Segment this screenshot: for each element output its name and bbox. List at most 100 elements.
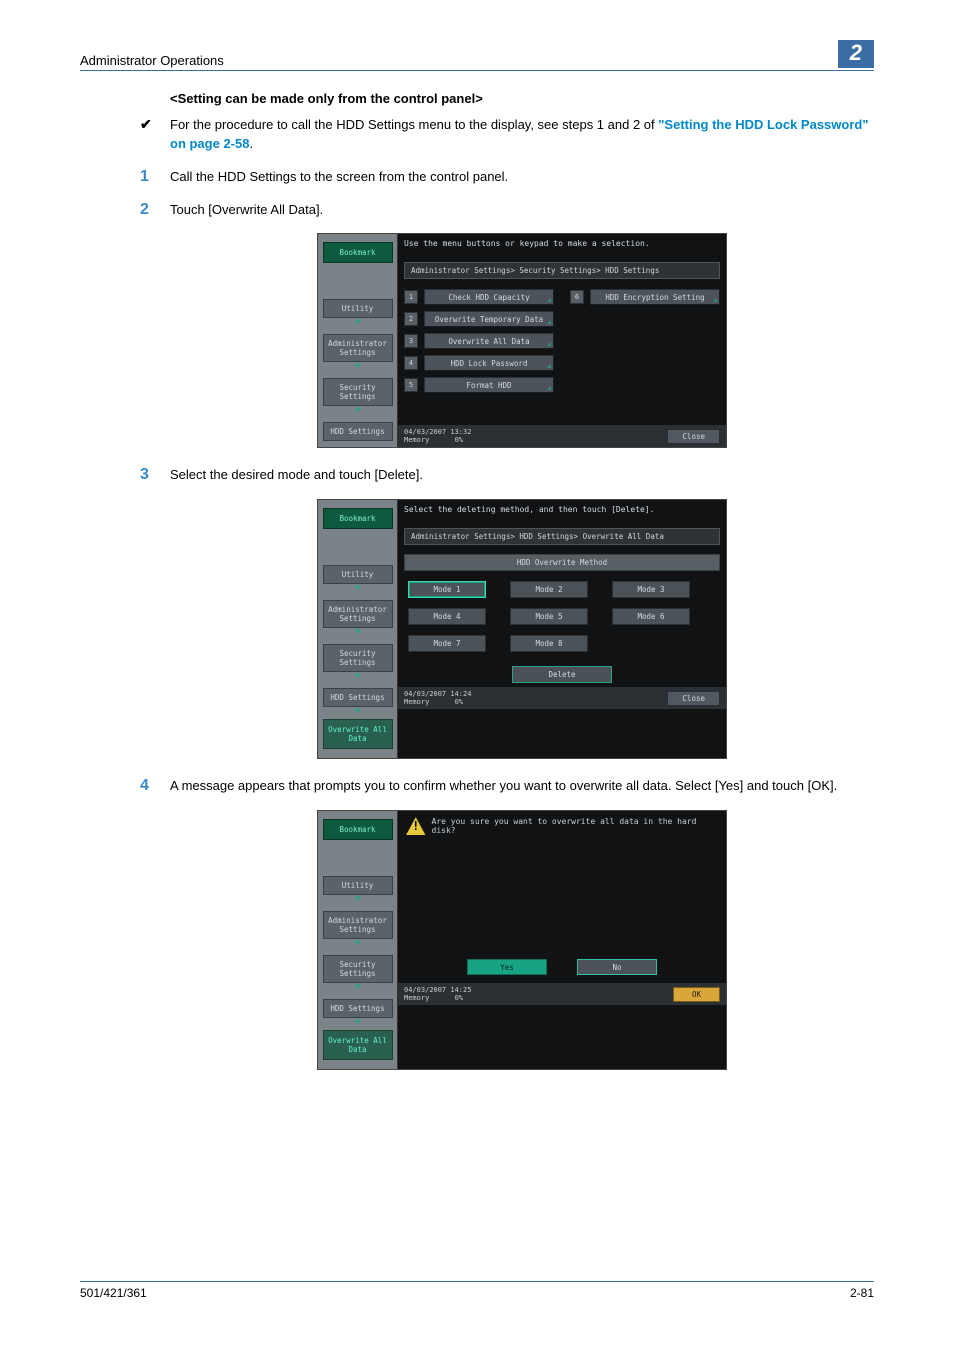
datetime: 04/03/2007 13:32 bbox=[404, 428, 471, 436]
sidebar-hdd[interactable]: HDD Settings bbox=[323, 688, 393, 707]
hdd-lock-password-button[interactable]: HDD Lock Password bbox=[424, 355, 554, 371]
confirm-text: Are you sure you want to overwrite all d… bbox=[432, 817, 719, 835]
memory-line: Memory 0% bbox=[404, 994, 471, 1002]
arrow-down-icon: ▼ bbox=[355, 583, 360, 592]
panel-confirm-overwrite: Bookmark Utility ▼ Administrator Setting… bbox=[317, 810, 727, 1070]
panel-sidebar: Bookmark Utility ▼ Administrator Setting… bbox=[318, 234, 398, 447]
ok-button[interactable]: OK bbox=[673, 987, 720, 1002]
mode-2-button[interactable]: Mode 2 bbox=[510, 581, 588, 598]
panel-options: 1 Check HDD Capacity 2 Overwrite Temporary… bbox=[398, 285, 726, 425]
memory-line: Memory 0% bbox=[404, 436, 471, 444]
memory-value: 0% bbox=[455, 436, 463, 444]
sidebar-overwrite-all[interactable]: Overwrite All Data bbox=[323, 1030, 393, 1060]
option-row: 3Overwrite All Data bbox=[404, 333, 554, 349]
panel-sidebar: Bookmark Utility ▼ Administrator Setting… bbox=[318, 811, 398, 1069]
panel-prompt: Select the deleting method, and then tou… bbox=[398, 500, 726, 524]
format-hdd-button[interactable]: Format HDD bbox=[424, 377, 554, 393]
mode-title: HDD Overwrite Method bbox=[404, 554, 720, 571]
sidebar-admin[interactable]: Administrator Settings bbox=[323, 334, 393, 362]
close-button[interactable]: Close bbox=[667, 691, 720, 706]
option-number: 6 bbox=[570, 290, 584, 304]
bookmark-button[interactable]: Bookmark bbox=[323, 508, 393, 529]
step-3-text: Select the desired mode and touch [Delet… bbox=[170, 466, 874, 485]
step-2-text: Touch [Overwrite All Data]. bbox=[170, 201, 874, 220]
check-icon: ✔ bbox=[140, 116, 170, 133]
mode-3-button[interactable]: Mode 3 bbox=[612, 581, 690, 598]
yes-button[interactable]: Yes bbox=[467, 959, 547, 975]
arrow-down-icon: ▼ bbox=[355, 894, 360, 903]
step-1-text: Call the HDD Settings to the screen from… bbox=[170, 168, 874, 187]
step-2: 2 Touch [Overwrite All Data]. bbox=[170, 201, 874, 220]
datetime: 04/03/2007 14:24 bbox=[404, 690, 471, 698]
overwrite-temp-button[interactable]: Overwrite Temporary Data bbox=[424, 311, 554, 327]
arrow-down-icon: ▼ bbox=[355, 706, 360, 715]
arrow-down-icon: ▼ bbox=[355, 671, 360, 680]
option-number: 2 bbox=[404, 312, 418, 326]
section-title: <Setting can be made only from the contr… bbox=[170, 91, 874, 106]
header-title: Administrator Operations bbox=[80, 53, 224, 68]
sidebar-overwrite-all[interactable]: Overwrite All Data bbox=[323, 719, 393, 749]
bookmark-button[interactable]: Bookmark bbox=[323, 242, 393, 263]
mode-4-button[interactable]: Mode 4 bbox=[408, 608, 486, 625]
step-4: 4 A message appears that prompts you to … bbox=[170, 777, 874, 796]
sidebar-utility[interactable]: Utility bbox=[323, 876, 393, 895]
mode-5-button[interactable]: Mode 5 bbox=[510, 608, 588, 625]
option-row: 1 Check HDD Capacity bbox=[404, 289, 554, 305]
panel-hdd-settings: Bookmark Utility ▼ Administrator Setting… bbox=[317, 233, 727, 448]
arrow-down-icon: ▼ bbox=[355, 982, 360, 991]
page-footer: 501/421/361 2-81 bbox=[80, 1281, 874, 1300]
page-content: <Setting can be made only from the contr… bbox=[170, 91, 874, 1070]
warning-icon: ! bbox=[406, 817, 426, 835]
option-row: 6 HDD Encryption Setting bbox=[570, 289, 720, 305]
close-button[interactable]: Close bbox=[667, 429, 720, 444]
footer-meta: 04/03/2007 14:25 Memory 0% bbox=[404, 986, 471, 1002]
panel-overwrite-mode: Bookmark Utility ▼ Administrator Setting… bbox=[317, 499, 727, 759]
memory-label: Memory bbox=[404, 698, 429, 706]
warning-row: ! Are you sure you want to overwrite all… bbox=[398, 811, 726, 839]
panel-footer: 04/03/2007 14:24 Memory 0% Close bbox=[398, 687, 726, 709]
sidebar-security[interactable]: Security Settings bbox=[323, 955, 393, 983]
mode-6-button[interactable]: Mode 6 bbox=[612, 608, 690, 625]
arrow-down-icon: ▼ bbox=[355, 317, 360, 326]
sidebar-hdd[interactable]: HDD Settings bbox=[323, 422, 393, 441]
step-1: 1 Call the HDD Settings to the screen fr… bbox=[170, 168, 874, 187]
overwrite-all-button[interactable]: Overwrite All Data bbox=[424, 333, 554, 349]
option-number: 4 bbox=[404, 356, 418, 370]
sidebar-utility[interactable]: Utility bbox=[323, 565, 393, 584]
option-number: 1 bbox=[404, 290, 418, 304]
sidebar-security[interactable]: Security Settings bbox=[323, 644, 393, 672]
memory-line: Memory 0% bbox=[404, 698, 471, 706]
footer-right: 2-81 bbox=[850, 1286, 874, 1300]
hdd-encryption-button[interactable]: HDD Encryption Setting bbox=[590, 289, 720, 305]
memory-label: Memory bbox=[404, 994, 429, 1002]
sidebar-hdd[interactable]: HDD Settings bbox=[323, 999, 393, 1018]
step-3: 3 Select the desired mode and touch [Del… bbox=[170, 466, 874, 485]
sidebar-admin[interactable]: Administrator Settings bbox=[323, 911, 393, 939]
sidebar-admin[interactable]: Administrator Settings bbox=[323, 600, 393, 628]
step-number: 2 bbox=[140, 201, 170, 219]
memory-label: Memory bbox=[404, 436, 429, 444]
option-row: 5 Format HDD bbox=[404, 377, 554, 393]
option-row: 2 Overwrite Temporary Data bbox=[404, 311, 554, 327]
mode-7-button[interactable]: Mode 7 bbox=[408, 635, 486, 652]
sidebar-utility[interactable]: Utility bbox=[323, 299, 393, 318]
sidebar-security[interactable]: Security Settings bbox=[323, 378, 393, 406]
memory-value: 0% bbox=[455, 994, 463, 1002]
breadcrumb: Administrator Settings> Security Setting… bbox=[404, 262, 720, 279]
panel-footer: 04/03/2007 14:25 Memory 0% OK bbox=[398, 983, 726, 1005]
check-pre: For the procedure to call the HDD Settin… bbox=[170, 117, 658, 132]
bookmark-button[interactable]: Bookmark bbox=[323, 819, 393, 840]
chapter-number: 2 bbox=[838, 40, 874, 68]
mode-1-button[interactable]: Mode 1 bbox=[408, 581, 486, 598]
arrow-down-icon: ▼ bbox=[355, 361, 360, 370]
mode-8-button[interactable]: Mode 8 bbox=[510, 635, 588, 652]
no-button[interactable]: No bbox=[577, 959, 657, 975]
delete-button[interactable]: Delete bbox=[512, 666, 612, 683]
arrow-down-icon: ▼ bbox=[355, 405, 360, 414]
yes-no-row: Yes No bbox=[398, 959, 726, 975]
option-number: 5 bbox=[404, 378, 418, 392]
check-hdd-capacity-button[interactable]: Check HDD Capacity bbox=[424, 289, 554, 305]
panel-footer: 04/03/2007 13:32 Memory 0% Close bbox=[398, 425, 726, 447]
footer-meta: 04/03/2007 14:24 Memory 0% bbox=[404, 690, 471, 706]
check-post: . bbox=[249, 136, 253, 151]
